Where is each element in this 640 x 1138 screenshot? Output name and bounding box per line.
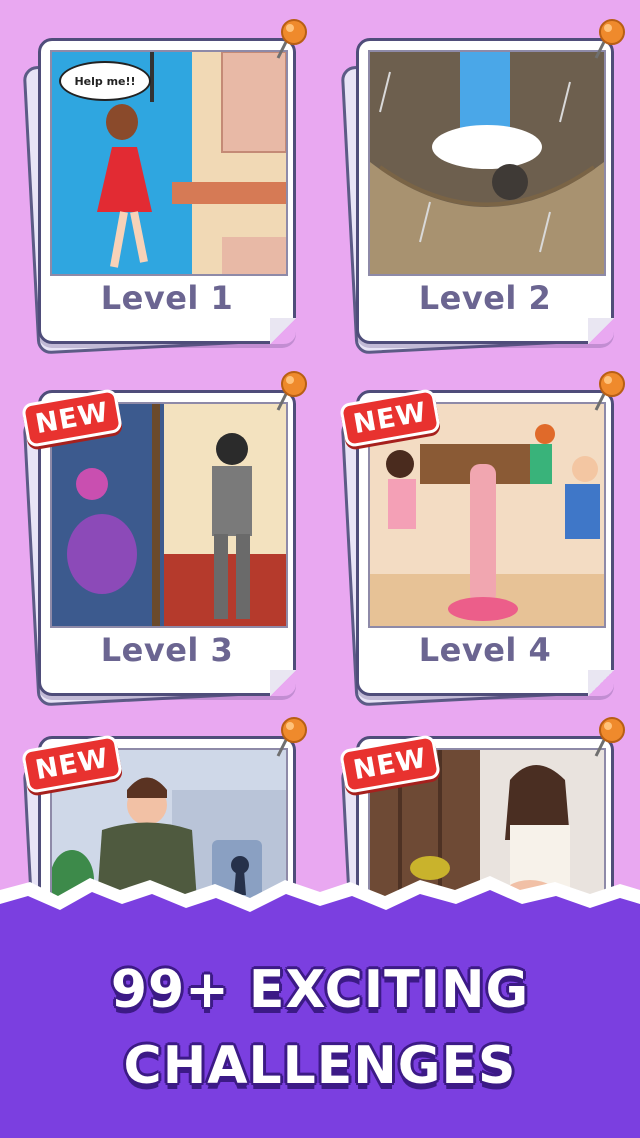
level-label: Level 3	[100, 631, 234, 669]
banner-line-1: 99+ EXCITING	[110, 960, 530, 1020]
level-card-2[interactable]: Level 2	[340, 19, 625, 355]
level-card-frame[interactable]: Level 2	[356, 38, 614, 344]
page-curl	[270, 670, 296, 696]
level-card-3[interactable]: Level 3 NEW	[20, 371, 307, 707]
level-card-1[interactable]: Help me!! Level 1	[22, 19, 307, 355]
speech-bubble: Help me!!	[59, 61, 151, 101]
level-card-frame[interactable]: Help me!! Level 1	[38, 38, 296, 344]
level-label: Level 1	[100, 279, 234, 317]
page-curl	[270, 318, 296, 344]
pin-icon	[594, 19, 625, 59]
pin-icon	[276, 371, 307, 411]
promo-banner: 99+ EXCITING CHALLENGES	[0, 860, 640, 1138]
banner-line-2: CHALLENGES	[123, 1036, 517, 1096]
pin-icon	[276, 19, 307, 59]
level-card-4[interactable]: Level 4 NEW	[338, 371, 625, 707]
page-curl	[588, 318, 614, 344]
pin-icon	[276, 717, 307, 757]
level-thumbnail	[368, 50, 606, 276]
speech-bubble-text: Help me!!	[74, 74, 136, 88]
page-curl	[588, 670, 614, 696]
pin-icon	[594, 371, 625, 411]
level-label: Level 4	[418, 631, 552, 669]
pin-icon	[594, 717, 625, 757]
level-label: Level 2	[418, 279, 552, 317]
